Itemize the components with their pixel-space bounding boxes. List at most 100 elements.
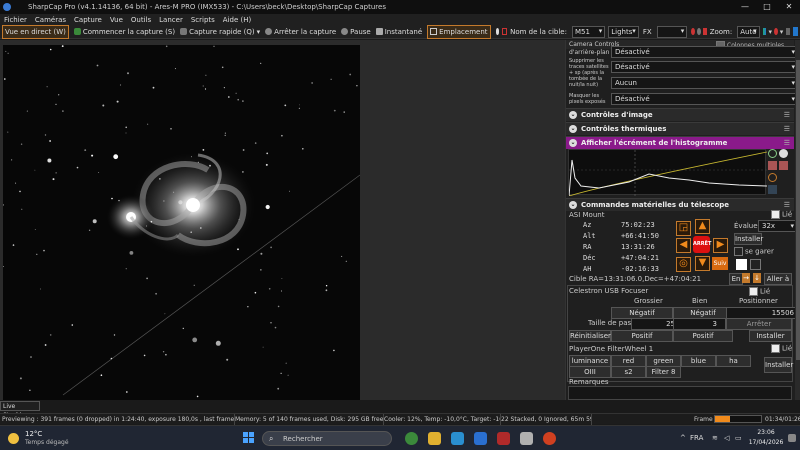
stars-icon[interactable] [736, 259, 747, 270]
telescope-image[interactable] [3, 45, 360, 400]
menu-file[interactable]: Fichier [4, 16, 27, 24]
volume-icon[interactable]: ◁ [724, 434, 729, 442]
sharpcap-taskbar-icon[interactable] [497, 432, 510, 445]
battery-icon[interactable]: ▭ [735, 434, 742, 442]
menu-icon[interactable]: ☰ [784, 201, 790, 209]
mount-install-button[interactable]: Installer [734, 233, 763, 245]
focuser-install-button[interactable]: Installer [749, 330, 792, 342]
weather-icon[interactable] [8, 433, 19, 444]
weather-condition[interactable]: Temps dégagé [25, 439, 69, 446]
menu-capture[interactable]: Capture [74, 16, 102, 24]
stop-mount-button[interactable]: ARRÊT [693, 236, 711, 253]
mount-linked-checkbox[interactable]: Lié [771, 210, 792, 219]
filter-oiii[interactable]: OIII [569, 366, 611, 378]
focuser-stop-button[interactable]: Arrêter [726, 318, 792, 330]
quick-capture-button[interactable]: Capture rapide (Q) ▾ [180, 26, 260, 38]
fine-step-input[interactable]: 3 [673, 318, 726, 330]
framing-button[interactable]: Emplacement [427, 24, 491, 39]
grey-circle-icon[interactable] [697, 28, 701, 35]
satellite-removal-select[interactable]: Désactivé [611, 61, 799, 73]
minimize-button[interactable]: — [734, 0, 756, 14]
go-to-button[interactable]: Aller à [764, 273, 792, 285]
image-viewport[interactable] [0, 40, 565, 400]
tray-chevron-icon[interactable]: ^ [680, 434, 686, 442]
app-green-icon[interactable] [405, 432, 418, 445]
chevron-down-icon[interactable]: ▾ [780, 28, 784, 36]
contrast-icon[interactable] [779, 149, 788, 158]
rate-select[interactable]: 32x [758, 220, 798, 232]
south-arrow-button[interactable]: ▼ [695, 256, 710, 271]
filter-8[interactable]: Filter 8 [646, 366, 681, 378]
close-window-button[interactable]: ✕ [778, 0, 800, 14]
pen-icon[interactable] [793, 27, 799, 36]
start-capture-button[interactable]: Commencer la capture (S) [73, 26, 175, 38]
focus-icon[interactable] [502, 28, 508, 35]
store-icon[interactable] [474, 432, 487, 445]
menu-icon[interactable]: ☰ [784, 125, 790, 133]
goto-arrow-icon[interactable]: → [742, 273, 750, 283]
east-arrow-button[interactable]: ▶ [713, 238, 728, 253]
follow-button[interactable]: Suiv [712, 257, 728, 270]
west-arrow-button[interactable]: ◀ [676, 238, 691, 253]
alert-icon[interactable] [773, 28, 778, 35]
chrome-icon[interactable] [543, 432, 556, 445]
frame-type-select[interactable]: Lights [608, 25, 639, 38]
gear-icon[interactable] [779, 161, 788, 170]
reset-focuser-button[interactable]: Réinitialiser [569, 330, 611, 342]
weather-temp[interactable]: 12°C [25, 430, 42, 438]
telescope-section[interactable]: ⌄ Commandes matérielles du télescope ☰ [566, 198, 794, 211]
reticle-icon[interactable] [495, 28, 500, 35]
live-view-button[interactable]: Vue en direct (W) [2, 24, 69, 39]
menu-tools[interactable]: Outils [131, 16, 151, 24]
panel-scrollbar[interactable] [795, 40, 800, 400]
chevron-down-icon[interactable]: ▾ [257, 28, 261, 36]
down-arrow-icon[interactable]: ↓ [753, 273, 761, 283]
filterwheel-install-button[interactable]: Installer [764, 357, 793, 373]
live-stacking-tab[interactable]: Live Stacking [0, 401, 40, 419]
histogram-icon[interactable] [762, 28, 767, 35]
target-name-input[interactable]: M51 [571, 25, 606, 38]
remarks-input[interactable] [568, 386, 792, 400]
histogram-section[interactable]: ⌄ Afficher l'écrément de l'histogramme ☰ [566, 136, 794, 149]
menu-help[interactable]: Aide (H) [223, 16, 251, 24]
pause-button[interactable]: Pause [341, 26, 371, 38]
menu-view[interactable]: Vue [110, 16, 123, 24]
none-select[interactable]: Aucun [611, 77, 799, 89]
filter-blue[interactable]: blue [681, 355, 716, 367]
north-arrow-button[interactable]: ▲ [695, 219, 710, 234]
bg-removal-select[interactable]: Désactivé [611, 46, 799, 58]
mask-pixels-select[interactable]: Désactivé [611, 93, 799, 105]
thermal-controls-section[interactable]: ⌄ Contrôles thermiques ☰ [566, 122, 794, 135]
clock-date[interactable]: 17/04/2026 [748, 439, 784, 446]
file-explorer-icon[interactable] [428, 432, 441, 445]
fine-positive-button[interactable]: Positif [673, 330, 733, 342]
filter-s2[interactable]: s2 [611, 366, 646, 378]
clock-time[interactable]: 23:06 [748, 429, 784, 436]
menu-launch[interactable]: Lancer [159, 16, 183, 24]
reticle-icon[interactable] [750, 259, 761, 270]
target-icon[interactable]: ◎ [676, 257, 691, 272]
reset-icon[interactable] [768, 173, 777, 182]
windows-start-icon[interactable] [243, 432, 255, 444]
red-circle-icon[interactable] [691, 28, 696, 35]
histogram-chart[interactable] [568, 149, 768, 197]
goto-button[interactable]: En [729, 273, 743, 285]
sun-icon[interactable] [768, 161, 777, 170]
menu-cameras[interactable]: Caméras [35, 16, 66, 24]
menu-scripts[interactable]: Scripts [191, 16, 215, 24]
toolbox-icon[interactable] [786, 28, 791, 35]
record-icon[interactable] [702, 28, 707, 35]
filterwheel-linked-checkbox[interactable]: Lié [771, 344, 792, 353]
app-grey-icon[interactable] [520, 432, 533, 445]
chevron-down-icon[interactable]: ▾ [768, 28, 772, 36]
info-icon[interactable] [768, 149, 777, 158]
stop-capture-button[interactable]: Arrêter la capture [265, 26, 336, 38]
menu-icon[interactable]: ☰ [784, 139, 790, 147]
northwest-button[interactable]: ◲ [676, 221, 691, 236]
edge-icon[interactable] [451, 432, 464, 445]
save-icon[interactable] [768, 185, 777, 194]
scrollbar-thumb[interactable] [796, 60, 800, 360]
notifications-icon[interactable] [788, 434, 796, 442]
snapshot-button[interactable]: Instantané [375, 26, 422, 38]
tray-lang[interactable]: FRA [690, 434, 703, 442]
